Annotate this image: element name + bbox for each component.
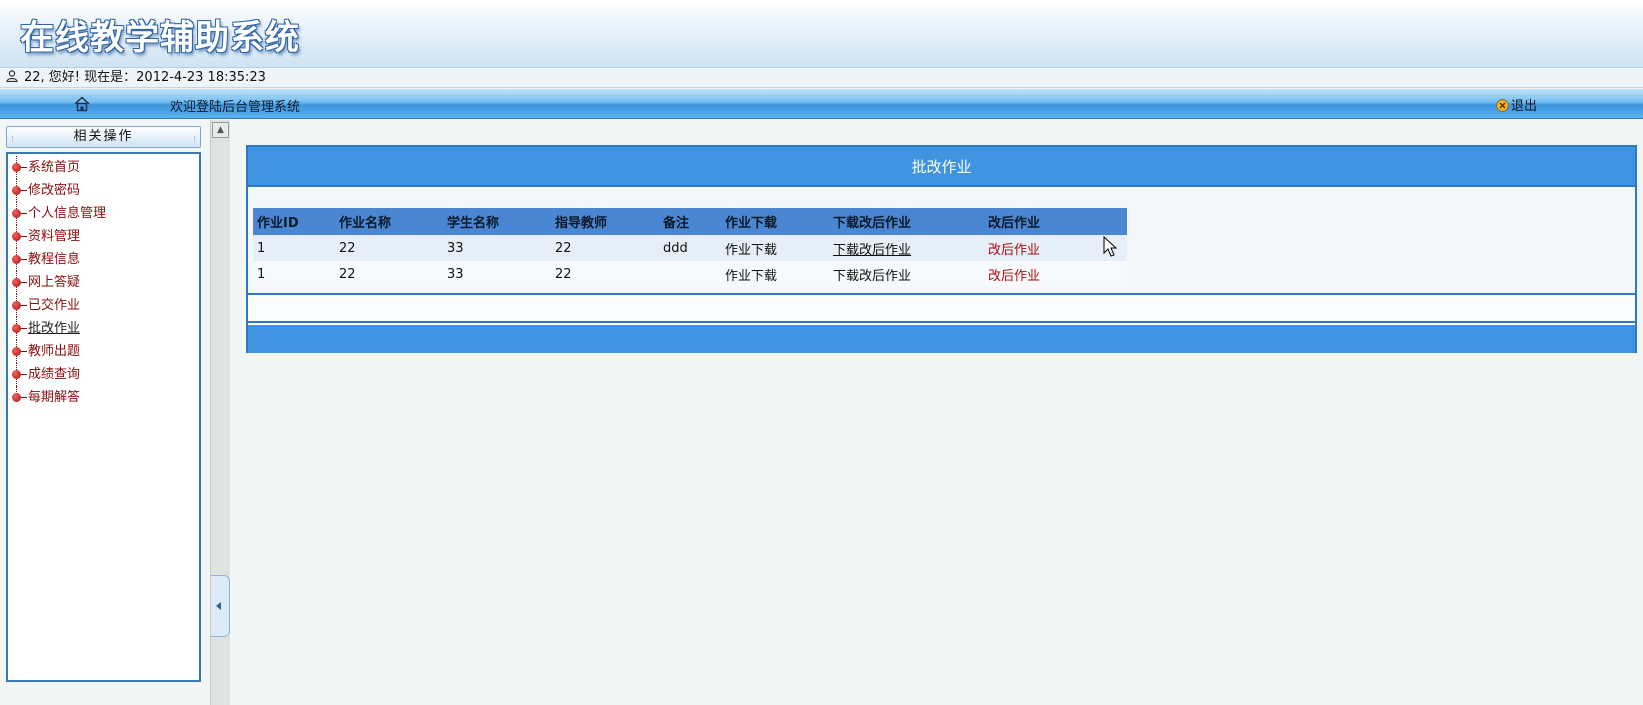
sidebar-item-grade-homework[interactable]: 批改作业	[12, 317, 106, 340]
homework-download-link[interactable]: 作业下载	[721, 261, 829, 287]
home-icon[interactable]	[72, 94, 92, 114]
sidebar-item-answers[interactable]: 每期解答	[12, 386, 106, 409]
column-header: 指导教师	[551, 208, 659, 235]
top-nav-bar: 欢迎登陆后台管理系统 退出	[0, 89, 1643, 119]
panel-spacer	[248, 297, 1635, 323]
column-header: 作业名称	[335, 208, 443, 235]
menu-bullet-icon	[12, 301, 21, 310]
menu-bullet-icon	[12, 393, 21, 402]
grade-homework-panel: 批改作业 作业ID 作业名称 学生名称 指导教师 备注 作业下载 下载改后作业 …	[246, 145, 1637, 353]
panel-title: 批改作业	[248, 147, 1635, 187]
sidebar-item-teacher-questions[interactable]: 教师出题	[12, 340, 106, 363]
menu-bullet-icon	[12, 370, 21, 379]
menu-bullet-icon	[12, 186, 21, 195]
column-header: 下载改后作业	[829, 208, 984, 235]
sidebar-title: 相关操作	[73, 129, 134, 144]
table-header-row: 作业ID 作业名称 学生名称 指导教师 备注 作业下载 下载改后作业 改后作业	[253, 208, 1127, 235]
download-graded-link[interactable]: 下载改后作业	[829, 261, 984, 287]
sidebar-item-change-password[interactable]: 修改密码	[12, 179, 106, 202]
main-content: 批改作业 作业ID 作业名称 学生名称 指导教师 备注 作业下载 下载改后作业 …	[231, 120, 1643, 705]
table-row: 1 22 33 22 ddd 作业下载 下载改后作业 改后作业	[253, 235, 1127, 261]
welcome-text: 欢迎登陆后台管理系统	[170, 100, 301, 115]
user-greeting: 22, 您好! 现在是：2012-4-23 18:35:23	[24, 70, 266, 85]
download-graded-link[interactable]: 下载改后作业	[829, 235, 984, 261]
column-header: 备注	[659, 208, 721, 235]
app-title: 在线教学辅助系统	[20, 18, 300, 58]
logout-button[interactable]: 退出	[1496, 95, 1537, 114]
menu-bullet-icon	[12, 232, 21, 241]
sidebar-item-submitted-homework[interactable]: 已交作业	[12, 294, 106, 317]
right-edge	[1638, 120, 1643, 705]
scroll-up-icon[interactable]: ▲	[212, 122, 229, 138]
menu-bullet-icon	[12, 255, 21, 264]
table-row: 1 22 33 22 作业下载 下载改后作业 改后作业	[253, 261, 1127, 287]
grip-dots-icon: ⁝	[193, 135, 196, 145]
sidebar-item-grades[interactable]: 成绩查询	[12, 363, 106, 386]
column-header: 作业下载	[721, 208, 829, 235]
menu-bullet-icon	[12, 209, 21, 218]
column-header: 作业ID	[253, 208, 335, 235]
sidebar: ⁝ 相关操作 ⁝ 系统首页 修改密码 个人信息管理 资料管理 教程信息 网上答疑…	[0, 120, 210, 705]
cell-remark	[659, 261, 721, 287]
menu-bullet-icon	[12, 324, 21, 333]
cell-student-name: 33	[443, 235, 551, 261]
sidebar-menu: 系统首页 修改密码 个人信息管理 资料管理 教程信息 网上答疑 已交作业 批改作…	[12, 156, 106, 409]
logout-icon	[1496, 99, 1509, 112]
cell-homework-name: 22	[335, 261, 443, 287]
collapse-arrow-icon[interactable]	[211, 575, 230, 637]
user-status-bar: 22, 您好! 现在是：2012-4-23 18:35:23	[0, 68, 1643, 88]
menu-bullet-icon	[12, 278, 21, 287]
mouse-cursor-icon	[1103, 236, 1118, 257]
sidebar-scrollbar[interactable]: ▲	[210, 120, 230, 705]
graded-homework-link[interactable]: 改后作业	[984, 261, 1127, 287]
app-header: 在线教学辅助系统	[0, 0, 1643, 68]
cell-remark: ddd	[659, 235, 721, 261]
sidebar-header: ⁝ 相关操作 ⁝	[6, 126, 201, 148]
panel-footer	[248, 325, 1635, 353]
cell-teacher: 22	[551, 235, 659, 261]
column-header: 学生名称	[443, 208, 551, 235]
sidebar-item-tutorials[interactable]: 教程信息	[12, 248, 106, 271]
menu-bullet-icon	[12, 347, 21, 356]
sidebar-item-online-qa[interactable]: 网上答疑	[12, 271, 106, 294]
cell-id: 1	[253, 261, 335, 287]
homework-download-link[interactable]: 作业下载	[721, 235, 829, 261]
sidebar-item-home[interactable]: 系统首页	[12, 156, 106, 179]
user-icon	[6, 70, 18, 82]
cell-teacher: 22	[551, 261, 659, 287]
grip-dots-icon: ⁝	[11, 135, 14, 145]
sidebar-menu-box: 系统首页 修改密码 个人信息管理 资料管理 教程信息 网上答疑 已交作业 批改作…	[6, 152, 201, 682]
sidebar-item-profile[interactable]: 个人信息管理	[12, 202, 106, 225]
logout-label: 退出	[1511, 99, 1538, 114]
cell-id: 1	[253, 235, 335, 261]
cell-homework-name: 22	[335, 235, 443, 261]
panel-body: 作业ID 作业名称 学生名称 指导教师 备注 作业下载 下载改后作业 改后作业 …	[248, 187, 1635, 295]
homework-table: 作业ID 作业名称 学生名称 指导教师 备注 作业下载 下载改后作业 改后作业 …	[253, 208, 1127, 287]
column-header: 改后作业	[984, 208, 1127, 235]
cell-student-name: 33	[443, 261, 551, 287]
sidebar-item-materials[interactable]: 资料管理	[12, 225, 106, 248]
menu-bullet-icon	[12, 163, 21, 172]
